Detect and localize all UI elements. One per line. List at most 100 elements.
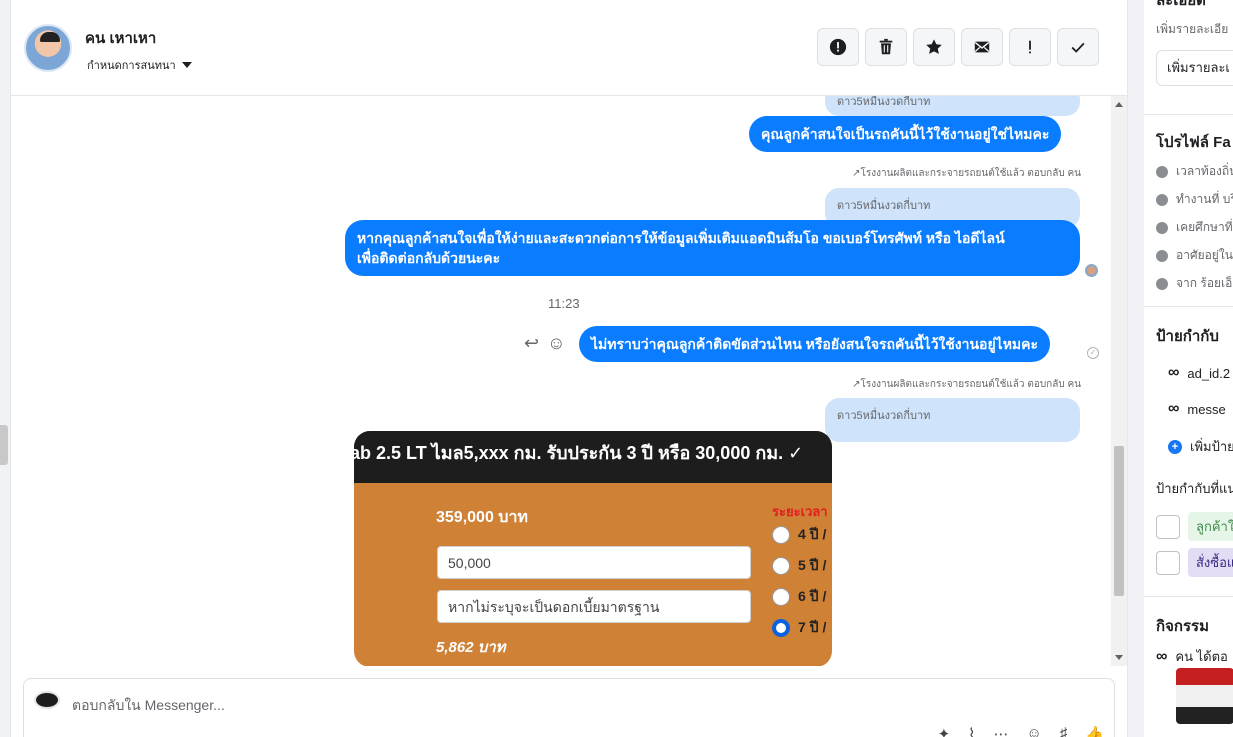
radio-icon [772, 557, 790, 575]
tag-label: ad_id.2 [1187, 365, 1231, 381]
scroll-down-arrow-icon[interactable] [1115, 655, 1123, 660]
option-label: 4 ปี / [798, 526, 827, 542]
sidebar-gutter [1128, 0, 1144, 737]
profile-row-text: เคยศึกษาที่ [1176, 220, 1233, 234]
seen-avatar [1085, 264, 1098, 277]
star-button[interactable] [913, 28, 955, 66]
profile-title: โปรไฟล์ Fa [1156, 134, 1231, 151]
inbox-app: คน เหาเหา กำหนดการสนทนา ดาว5หมื่นงวดกี่บ… [0, 0, 1233, 737]
image-monthly-result: 5,862 บาท [436, 639, 506, 656]
attachment-icon[interactable]: ⌇ [968, 725, 975, 737]
option-label: 7 ปี / [798, 619, 827, 635]
sticker-icon[interactable]: ♯ [1060, 725, 1068, 737]
profile-row-text: จาก ร้อยเอ็ด [1176, 276, 1233, 290]
star-icon [926, 39, 942, 54]
radio-selected-icon [772, 619, 790, 637]
image-period-option: 5 ปี / [772, 555, 826, 577]
location-pin-icon [1156, 249, 1168, 262]
activity-title: กิจกรรม [1156, 618, 1209, 635]
suggested-tags-title: ป้ายกำกับที่แน [1156, 481, 1233, 496]
trash-icon [879, 38, 893, 55]
image-interest-field: หากไม่ระบุจะเป็นดอกเบี้ยมาตรฐาน [437, 590, 751, 623]
quoted-message-pill[interactable]: ดาว5หมื่นงวดกี่บาท [825, 398, 1080, 442]
left-panel-edge [0, 0, 11, 737]
like-icon[interactable]: 👍 [1085, 725, 1104, 737]
checkbox[interactable] [1156, 550, 1180, 575]
message-line: เพื่อติดต่อกลับด้วยนะคะ [357, 250, 501, 266]
scrollbar-thumb[interactable] [1114, 446, 1124, 596]
suggested-tag-chip: ลูกค้าใ [1188, 512, 1233, 541]
tags-title: ป้ายกำกับ [1156, 328, 1219, 345]
thread-scrollbar[interactable] [1111, 96, 1127, 666]
panel-resize-handle[interactable] [0, 425, 8, 465]
mark-done-button[interactable] [1057, 28, 1099, 66]
contact-avatar[interactable] [24, 24, 72, 72]
profile-row: จาก ร้อยเอ็ด [1156, 274, 1233, 293]
emoji-reaction-icon[interactable]: ☺ [547, 333, 565, 354]
add-details-button[interactable]: เพิ่มรายละเ [1156, 50, 1233, 86]
activity-row[interactable]: ∞ คน ได้ตอ [1156, 646, 1228, 667]
tag-item[interactable]: ∞ ad_id.2 [1168, 364, 1230, 382]
outgoing-message[interactable]: ไม่ทราบว่าคุณลูกค้าติดขัดส่วนไหน หรือยัง… [579, 326, 1051, 362]
saved-reply-icon[interactable]: ✦ [938, 725, 951, 737]
divider [1144, 596, 1233, 597]
scroll-up-arrow-icon[interactable] [1115, 102, 1123, 107]
contact-details-sidebar: ละเอียด เพิ่มรายละเอีย เพิ่มรายละเ โปรไฟ… [1127, 0, 1233, 737]
outgoing-message[interactable]: คุณลูกค้าสนใจเป็นรถคันนี้ไว้ใช้งานอยู่ใช… [749, 116, 1062, 152]
envelope-icon [974, 41, 990, 53]
graduation-cap-icon [1156, 221, 1168, 234]
follow-up-button[interactable] [1009, 28, 1051, 66]
profile-row: เคยศึกษาที่ [1156, 218, 1233, 237]
message-hover-actions: ↩ ☺ [524, 333, 565, 354]
divider [1144, 114, 1233, 115]
caret-down-icon [181, 62, 192, 68]
conversation-panel: คน เหาเหา กำหนดการสนทนา ดาว5หมื่นงวดกี่บ… [11, 0, 1127, 737]
plus-icon: + [1168, 439, 1182, 454]
suggested-tag-row[interactable]: ลูกค้าใ [1156, 512, 1233, 541]
emoji-icon[interactable]: ☺ [1026, 725, 1041, 737]
divider [1144, 306, 1233, 307]
meta-icon: ∞ [1156, 647, 1168, 665]
outgoing-message[interactable]: หากคุณลูกค้าสนใจเพื่อให้ง่ายและสะดวกต่อก… [345, 220, 1080, 276]
more-icon[interactable]: ⋯ [993, 725, 1008, 737]
details-title: ละเอียด [1156, 0, 1206, 9]
check-icon [1071, 42, 1085, 53]
composer-tools: ✦ ⌇ ⋯ ☺ ♯ 👍 [938, 725, 1104, 737]
profile-row-text: อาศัยอยู่ใน [1176, 248, 1233, 262]
message-composer[interactable]: ตอบกลับใน Messenger... ✦ ⌇ ⋯ ☺ ♯ 👍 [23, 678, 1115, 737]
activity-thumbnail[interactable] [1176, 668, 1233, 724]
activity-text: คน ได้ตอ [1175, 649, 1228, 664]
profile-row: ทำงานที่ บริ [1156, 190, 1233, 209]
sent-check-icon: ✓ [1087, 347, 1099, 359]
message-line: หากคุณลูกค้าสนใจเพื่อให้ง่ายและสะดวกต่อก… [357, 230, 1005, 246]
quoted-message-pill[interactable]: ดาว5หมื่นงวดกี่บาท [825, 96, 1080, 116]
radio-icon [772, 526, 790, 544]
image-period-option: 4 ปี / [772, 524, 826, 546]
briefcase-icon [1156, 193, 1168, 206]
tag-label: messe [1187, 401, 1226, 417]
alert-circle-icon [829, 38, 847, 56]
delete-button[interactable] [865, 28, 907, 66]
location-pin-icon [1156, 277, 1168, 290]
checkbox[interactable] [1156, 514, 1180, 539]
image-banner-text: ab 2.5 LT ไมล5,xxx กม. รับประกัน 3 ปี หร… [354, 443, 804, 463]
add-tag-button[interactable]: + เพิ่มป้าย [1168, 436, 1233, 457]
image-price: 359,000 บาท [436, 509, 528, 526]
message-thread[interactable]: ดาว5หมื่นงวดกี่บาท คุณลูกค้าสนใจเป็นรถคั… [11, 96, 1111, 666]
reply-input[interactable]: ตอบกลับใน Messenger... [72, 695, 225, 717]
profile-row-text: ทำงานที่ บริ [1176, 192, 1233, 206]
suggested-tag-row[interactable]: สั่งซื้อแ [1156, 548, 1233, 577]
tag-item[interactable]: ∞ messe [1168, 400, 1226, 418]
reply-context-note: ↗โรงงานผลิตและกระจายรถยนต์ใช้แล้ว ตอบกลั… [852, 379, 1081, 390]
reply-icon[interactable]: ↩ [524, 333, 539, 354]
incoming-image-attachment[interactable]: ab 2.5 LT ไมล5,xxx กม. รับประกัน 3 ปี หร… [354, 431, 832, 666]
message-timestamp: 11:23 [548, 296, 580, 311]
radio-icon [772, 588, 790, 606]
contact-name[interactable]: คน เหาเหา [85, 26, 156, 50]
profile-row: อาศัยอยู่ใน [1156, 246, 1233, 265]
assign-conversation-dropdown[interactable]: กำหนดการสนทนา [87, 56, 192, 74]
image-down-payment-field: 50,000 [437, 546, 751, 579]
spam-button[interactable] [817, 28, 859, 66]
mark-unread-button[interactable] [961, 28, 1003, 66]
option-label: 5 ปี / [798, 557, 827, 573]
